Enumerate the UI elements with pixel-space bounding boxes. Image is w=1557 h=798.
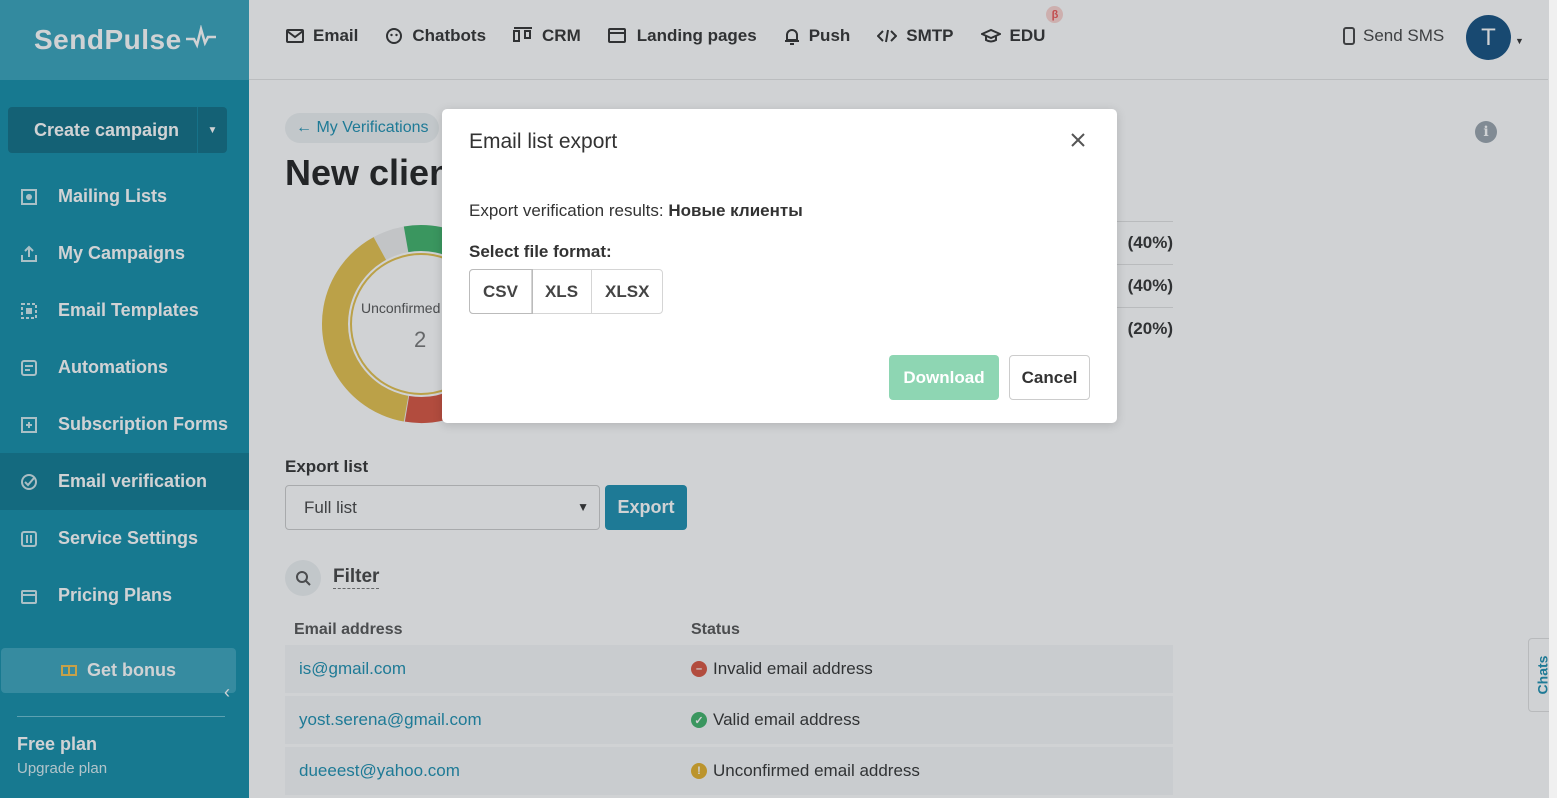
download-button[interactable]: Download bbox=[889, 355, 999, 400]
close-icon[interactable] bbox=[1068, 130, 1088, 150]
format-option-xls[interactable]: XLS bbox=[532, 270, 593, 313]
export-modal: Email list export Export verification re… bbox=[442, 109, 1117, 423]
modal-title: Email list export bbox=[469, 130, 618, 153]
cancel-button[interactable]: Cancel bbox=[1009, 355, 1090, 400]
format-option-xlsx[interactable]: XLSX bbox=[592, 270, 662, 313]
modal-description: Export verification results: Новые клиен… bbox=[469, 201, 803, 221]
format-option-csv[interactable]: CSV bbox=[469, 269, 533, 314]
list-name: Новые клиенты bbox=[668, 201, 803, 220]
format-selector: CSV XLS XLSX bbox=[469, 269, 664, 314]
scrollbar[interactable] bbox=[1549, 0, 1557, 798]
modal-desc-prefix: Export verification results: bbox=[469, 201, 664, 220]
format-label: Select file format: bbox=[469, 242, 612, 261]
